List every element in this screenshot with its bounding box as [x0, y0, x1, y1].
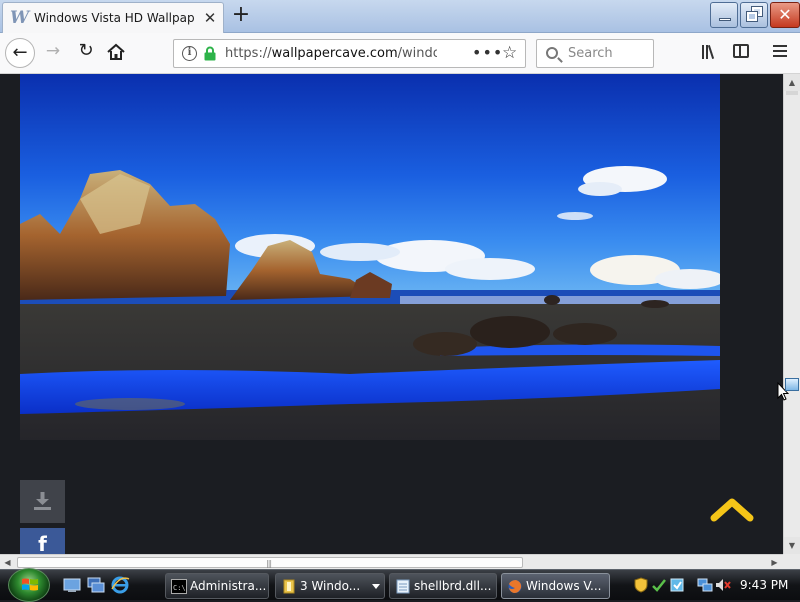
- bookmark-star-icon[interactable]: ☆: [502, 43, 517, 63]
- home-icon: [107, 43, 125, 60]
- taskbar-item-notepad[interactable]: shellbrd.dll...: [389, 573, 497, 599]
- chevron-up-icon: [710, 498, 754, 522]
- reload-icon: ↻: [78, 40, 94, 61]
- internet-explorer-icon[interactable]: [110, 575, 130, 595]
- horizontal-scroll-thumb[interactable]: |||: [17, 557, 523, 568]
- switch-windows-icon[interactable]: [86, 575, 106, 595]
- minimize-button[interactable]: [710, 2, 738, 28]
- firefox-icon: [508, 580, 522, 593]
- windows-taskbar: C:\ Administra... 3 Windo... shellbrd.dl…: [0, 568, 800, 602]
- info-icon[interactable]: i: [182, 46, 197, 61]
- clock[interactable]: 9:43 PM: [740, 578, 788, 592]
- minimize-icon: [719, 18, 731, 21]
- notepad-icon: [396, 579, 410, 594]
- search-input[interactable]: Search: [536, 39, 654, 68]
- browser-tab-active[interactable]: W Windows Vista HD Wallpapers ✕: [2, 2, 224, 33]
- task-label: 3 Windo...: [300, 579, 361, 593]
- svg-text:C:\: C:\: [173, 584, 186, 592]
- task-label: Administra...: [190, 579, 267, 593]
- horizontal-scrollbar[interactable]: ◀ ||| ▶: [0, 554, 783, 569]
- scroll-up-arrow-icon[interactable]: ▲: [784, 74, 800, 91]
- url-text[interactable]: https://wallpapercave.com/window: [225, 46, 437, 61]
- task-label: shellbrd.dll...: [414, 579, 492, 593]
- page-content: f: [0, 74, 783, 554]
- arrow-left-icon: ←: [12, 42, 28, 63]
- chevron-down-icon: [372, 584, 380, 589]
- reload-button[interactable]: ↻: [74, 40, 98, 64]
- search-icon: [546, 47, 558, 59]
- folder-icon: [283, 579, 295, 594]
- close-window-button[interactable]: ✕: [770, 2, 800, 28]
- tab-strip: W Windows Vista HD Wallpapers ✕ + ✕: [0, 0, 800, 33]
- cmd-icon: C:\: [171, 579, 187, 594]
- forward-button[interactable]: →: [41, 41, 65, 65]
- url-host: wallpapercave.com: [271, 46, 398, 61]
- task-label: Windows V...: [526, 579, 602, 593]
- close-icon: ✕: [778, 5, 792, 24]
- url-protocol: https://: [225, 46, 272, 61]
- security-shield-icon[interactable]: [633, 577, 649, 593]
- lock-icon[interactable]: [204, 46, 216, 61]
- maximize-button[interactable]: [740, 2, 768, 28]
- security-center-icon[interactable]: [651, 577, 667, 593]
- taskbar-item-command-prompt[interactable]: C:\ Administra...: [165, 573, 269, 599]
- wallpaper-image[interactable]: [20, 74, 720, 440]
- back-button[interactable]: ←: [5, 38, 35, 68]
- scroll-to-top-button[interactable]: [708, 494, 756, 526]
- tab-title: Windows Vista HD Wallpapers: [34, 11, 194, 25]
- taskbar-item-firefox[interactable]: Windows V...: [501, 573, 610, 599]
- page-actions-button[interactable]: •••: [472, 43, 503, 62]
- restore-icon: [746, 11, 758, 22]
- scroll-down-arrow-icon[interactable]: ▼: [784, 537, 800, 554]
- volume-muted-icon[interactable]: [715, 577, 731, 593]
- url-path: /window: [397, 46, 437, 61]
- system-tray: 9:43 PM: [626, 573, 800, 599]
- windows-flag-icon: [22, 578, 38, 591]
- network-icon[interactable]: [697, 577, 713, 593]
- scroll-right-arrow-icon[interactable]: ▶: [767, 555, 782, 570]
- vertical-scrollbar[interactable]: ▲ ▼: [783, 74, 800, 554]
- scrollbar-corner: [783, 554, 800, 569]
- vertical-scroll-thumb[interactable]: [786, 91, 798, 95]
- home-button[interactable]: [104, 40, 128, 64]
- start-button[interactable]: [8, 568, 50, 602]
- facebook-share-button[interactable]: f: [20, 528, 65, 554]
- facebook-icon: f: [38, 532, 47, 554]
- download-button[interactable]: [20, 480, 65, 523]
- search-placeholder: Search: [568, 46, 613, 61]
- wallpapercave-favicon-icon: W: [10, 8, 30, 28]
- new-tab-button[interactable]: +: [229, 4, 253, 28]
- arrow-right-icon: →: [45, 41, 61, 61]
- tab-close-icon[interactable]: ✕: [202, 10, 218, 26]
- scroll-left-arrow-icon[interactable]: ◀: [0, 555, 15, 570]
- library-icon[interactable]: [701, 43, 719, 61]
- hamburger-menu-icon[interactable]: [773, 43, 789, 59]
- updates-icon[interactable]: [669, 577, 685, 593]
- resize-handle-icon: [785, 378, 799, 391]
- show-desktop-icon[interactable]: [62, 575, 82, 595]
- download-icon: [34, 492, 51, 510]
- taskbar-item-explorer-group[interactable]: 3 Windo...: [275, 573, 385, 599]
- url-bar[interactable]: i https://wallpapercave.com/window ••• ☆: [173, 39, 526, 68]
- navigation-toolbar: ← → ↻ i https://wallpapercave.com/window…: [0, 33, 800, 74]
- sidebar-toggle-icon[interactable]: [733, 44, 749, 58]
- scroll-grip-icon: |||: [266, 559, 272, 568]
